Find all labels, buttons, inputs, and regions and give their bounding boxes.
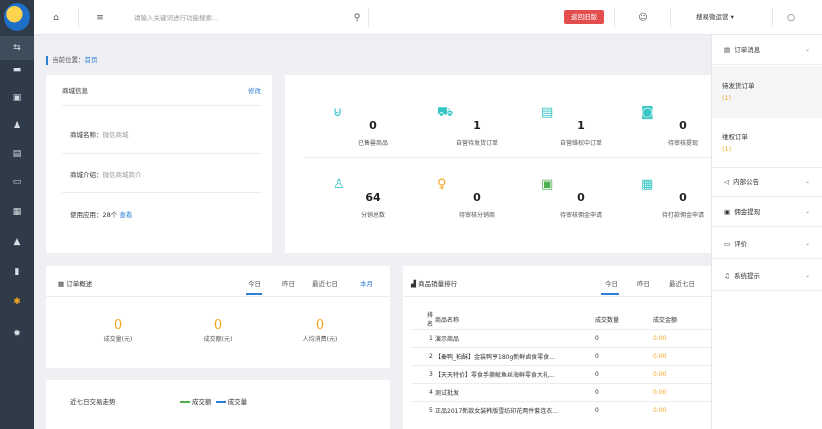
shop-info-card: 商城信息 修改 商城名称：微信商城 商城介绍：微信商城简介 使用应用：28个 查… [46, 75, 272, 253]
breadcrumb: 当前位置：首页 [46, 54, 98, 65]
metric-volume-label: 成交量(元) [103, 336, 133, 343]
calendar-icon: ▦ [58, 280, 65, 288]
tab-last-7-days[interactable]: 最近七日 [312, 278, 338, 288]
message-icon[interactable]: ☺ [636, 0, 650, 35]
sidebar-item-distribution[interactable]: ▲ [0, 230, 34, 254]
power-icon[interactable]: ○ [784, 0, 798, 35]
users-icon: ♙ [333, 177, 345, 192]
payment-icon: ▦ [641, 177, 654, 192]
speaker-icon: ◁ [724, 178, 729, 186]
chevron-down-icon: ⌄ [804, 208, 810, 215]
inventory-icon: ⊌ [333, 105, 343, 120]
rights-orders[interactable]: 维权订单 (1) [712, 119, 822, 167]
sidebar-item-shop[interactable]: ▬ [0, 58, 34, 82]
user-icon: ♀ [437, 177, 447, 192]
sales-rank-title: ▟ 商品销量排行 [411, 280, 458, 288]
review-icon: ◙ [641, 105, 654, 120]
sidebar-collapse-icon[interactable]: ⇆ [0, 36, 34, 60]
metric-avg-label: 人均消费(元) [302, 336, 338, 343]
commission-withdraw-header[interactable]: ▣ 佣金提现 ⌄ [712, 197, 822, 227]
chevron-down-icon: ⌄ [804, 178, 810, 185]
rank-tab-last-7-days[interactable]: 最近七日 [669, 278, 695, 288]
top-bar: ⌂ ≡ 请输入关键词进行功能搜索... ⚲ 返回旧版 ☺ 搜易微运营 ▾ ○ [34, 0, 822, 35]
stat-pending-payment[interactable]: ▦ 0 待打款佣金申请 [633, 177, 711, 247]
shop-desc-row: 商城介绍：微信商城简介 [70, 171, 142, 179]
stat-pending-distributor[interactable]: ♀ 0 待审核分销商 [425, 177, 529, 247]
order-overview-card: ▦ 订单概述 今日 昨日 最近七日 本月 0 成交量(元) 0 成交额(元) 0… [46, 266, 390, 368]
stat-pending-ship[interactable]: ⛟ 1 自营待发货订单 [425, 105, 529, 175]
stat-soldout[interactable]: ⊌ 0 已售罄商品 [321, 105, 425, 175]
chevron-down-icon: ⌄ [804, 46, 810, 53]
tab-this-month[interactable]: 本月 [360, 278, 373, 288]
calendar-icon: ▤ [724, 46, 731, 54]
chevron-down-icon: ⌄ [804, 240, 810, 247]
internal-notice-header[interactable]: ◁ 内部公告 ⌄ [712, 167, 822, 197]
sidebar-item-goods[interactable]: ▣ [0, 86, 34, 110]
order-messages-header[interactable]: ▤ 订单消息 ⌄ [712, 35, 822, 65]
sidebar-item-finance[interactable]: ▭ [0, 170, 34, 194]
return-old-version-button[interactable]: 返回旧版 [564, 10, 604, 24]
sidebar-item-member[interactable]: ♟ [0, 114, 34, 138]
comment-icon: ▭ [724, 240, 731, 248]
rank-tab-today[interactable]: 今日 [605, 278, 618, 288]
order-overview-title: ▦ 订单概述 [58, 280, 93, 288]
table-row[interactable]: 2 【秦鸭_柏酥】金装鸭亨180g新鲜卤食零食... 0 0.00 [411, 346, 711, 365]
home-icon[interactable]: ⌂ [46, 0, 66, 35]
trend-legend: 成交额 成交量 [180, 396, 247, 406]
metric-volume-value: 0 [113, 318, 123, 333]
tab-today[interactable]: 今日 [248, 278, 261, 288]
search-input[interactable]: 请输入关键词进行功能搜索... [134, 9, 364, 27]
system-notice-header[interactable]: ♫ 系统提示 ⌄ [712, 261, 822, 291]
search-icon[interactable]: ⚲ [350, 0, 364, 35]
bell-icon: ♫ [724, 272, 730, 280]
store-select[interactable]: 搜易微运营 ▾ [696, 0, 734, 35]
stat-distributors[interactable]: ♙ 64 分销总数 [321, 177, 425, 247]
document-icon: ▤ [541, 105, 554, 120]
stat-pending-commission[interactable]: ▣ 0 待审核佣金申请 [529, 177, 633, 247]
stat-withdraw[interactable]: ◙ 0 待审核提现 [633, 105, 711, 175]
shop-apps-row: 使用应用：28个 查看 [70, 211, 133, 219]
table-row[interactable]: 4 测试批发 0 0.00 [411, 382, 711, 401]
chevron-down-icon: ⌄ [804, 272, 810, 279]
chart-icon: ▟ [411, 280, 416, 288]
menu-icon[interactable]: ≡ [90, 0, 110, 35]
sales-rank-table: 排名 商品名称 成交数量 成交金额 1 演示商品 0 0.00 2 【秦鸭_柏酥】金装鸭… [411, 310, 711, 419]
stats-card: ⊌ 0 已售罄商品 ⛟ 1 自营待发货订单 ▤ 1 自营维权中订单 ◙ 0 待审核提现 ♙ 64 分… [285, 75, 711, 253]
shop-name-row: 商城名称：微信商城 [70, 131, 129, 139]
review-header[interactable]: ▭ 评价 ⌄ [712, 229, 822, 259]
sidebar-item-stats[interactable]: ▮ [0, 260, 34, 284]
tab-yesterday[interactable]: 昨日 [282, 278, 295, 288]
trend-title: 近七日交易走势 [70, 398, 116, 406]
metric-amount-value: 0 [213, 318, 223, 333]
metric-avg-value: 0 [315, 318, 325, 333]
view-apps-link[interactable]: 查看 [119, 211, 132, 219]
sidebar-item-order[interactable]: ▤ [0, 142, 34, 166]
sidebar: ⇆ ▬ ▣ ♟ ▤ ▭ ▦ ▲ ▮ ✱ ✹ [0, 0, 34, 429]
breadcrumb-home-link[interactable]: 首页 [85, 56, 98, 64]
shop-edit-link[interactable]: 修改 [248, 85, 261, 95]
sidebar-item-settings[interactable]: ✹ [0, 322, 34, 346]
table-row[interactable]: 1 演示商品 0 0.00 [411, 328, 711, 347]
table-row[interactable]: 3 【天天特价】零食手撕鱿鱼丝海鲜零食大礼... 0 0.00 [411, 364, 711, 383]
trend-card: 近七日交易走势 成交额 成交量 [46, 380, 390, 429]
wallet-icon: ▣ [724, 208, 731, 216]
stat-rights[interactable]: ▤ 1 自营维权中订单 [529, 105, 633, 175]
sidebar-item-apps[interactable]: ✱ [0, 290, 34, 314]
right-panel: ▤ 订单消息 ⌄ 待发货订单 (1) 维权订单 (1) ◁ 内部公告 ⌄ ▣ 佣金提现 ⌄… [711, 35, 822, 429]
rank-tab-yesterday[interactable]: 昨日 [637, 278, 650, 288]
app-logo[interactable] [4, 3, 30, 31]
table-row[interactable]: 5 正品2017新款女装韩版雪纺印花两件套连衣... 0 0.00 [411, 400, 711, 419]
commission-icon: ▣ [541, 177, 554, 192]
metric-amount-label: 成交额(元) [203, 336, 233, 343]
shop-info-title: 商城信息 [62, 87, 88, 95]
sidebar-item-sales[interactable]: ▦ [0, 200, 34, 224]
pending-ship-orders[interactable]: 待发货订单 (1) [712, 66, 822, 118]
